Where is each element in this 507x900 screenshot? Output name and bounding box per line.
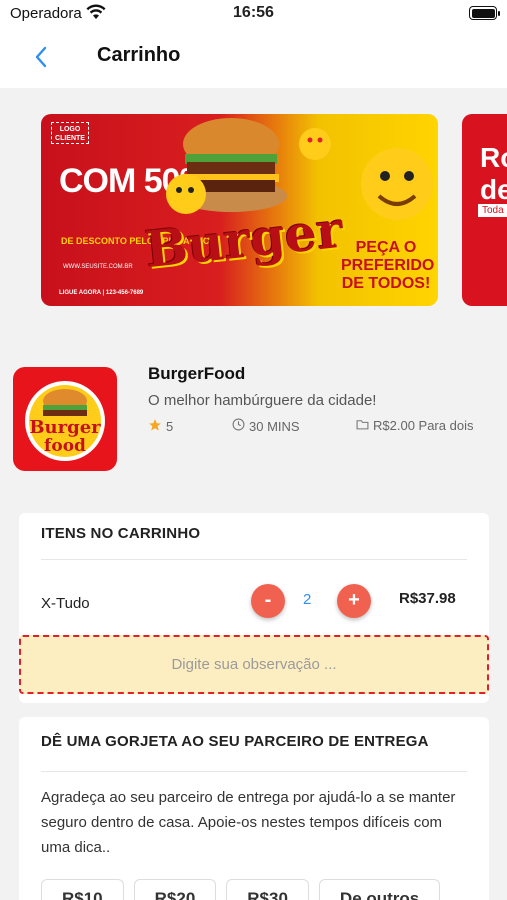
tip-options: R$10 R$20 R$30 De outros bbox=[41, 879, 441, 900]
item-quantity: 2 bbox=[303, 591, 312, 608]
banner2-headline: Ro de bbox=[480, 142, 507, 205]
increase-quantity-button[interactable]: + bbox=[337, 584, 371, 618]
price-for-two-value: R$2.00 Para dois bbox=[373, 418, 474, 433]
observation-input[interactable] bbox=[19, 635, 489, 694]
promo-banner[interactable]: LOGO CLIENTE COM 50% DE DESCONTO PELO AP… bbox=[41, 114, 438, 306]
divider bbox=[41, 559, 467, 560]
price-for-two: R$2.00 Para dois bbox=[356, 418, 473, 433]
decrease-quantity-button[interactable]: - bbox=[251, 584, 285, 618]
tip-option-30[interactable]: R$30 bbox=[226, 879, 309, 900]
rating-value: 5 bbox=[166, 419, 174, 434]
tip-option-10[interactable]: R$10 bbox=[41, 879, 124, 900]
tip-description: Agradeça ao seu parceiro de entrega por … bbox=[41, 789, 456, 856]
banner-phone: LIGUE AGORA | 123-456-7689 bbox=[59, 290, 144, 296]
navigation-bar: Carrinho bbox=[0, 28, 507, 88]
clock: 16:56 bbox=[233, 4, 274, 21]
tip-option-other[interactable]: De outros bbox=[318, 879, 441, 900]
restaurant-logo: Burger food bbox=[13, 367, 117, 471]
promo-carousel[interactable]: LOGO CLIENTE COM 50% DE DESCONTO PELO AP… bbox=[41, 114, 507, 306]
logo-text-burger: Burger bbox=[29, 417, 101, 438]
cart-card: ITENS NO CARRINHO X-Tudo - 2 + R$37.98 bbox=[19, 513, 489, 703]
status-bar: Operadora 16:56 bbox=[0, 0, 507, 28]
page-title: Carrinho bbox=[97, 44, 181, 66]
tip-title: DÊ UMA GORJETA AO SEU PARCEIRO DE ENTREG… bbox=[41, 733, 429, 750]
tip-card: DÊ UMA GORJETA AO SEU PARCEIRO DE ENTREG… bbox=[19, 717, 489, 900]
item-price: R$37.98 bbox=[399, 590, 456, 607]
star-icon bbox=[148, 418, 162, 435]
delivery-time-value: 30 MINS bbox=[249, 418, 300, 434]
rating: 5 bbox=[148, 418, 173, 435]
tip-option-20[interactable]: R$20 bbox=[133, 879, 217, 900]
banner-logo-placeholder: LOGO CLIENTE bbox=[51, 122, 89, 144]
wallet-icon bbox=[356, 418, 369, 433]
banner-website: WWW.SEUSITE.COM.BR bbox=[63, 264, 133, 270]
promo-banner-secondary[interactable]: Ro de Toda bbox=[462, 114, 507, 306]
banner-cta: PEÇA O PREFERIDO DE TODOS! bbox=[341, 239, 435, 292]
battery-icon bbox=[469, 6, 500, 20]
logo-text-food: food bbox=[44, 436, 86, 456]
cart-item-name: X-Tudo bbox=[41, 595, 90, 612]
restaurant-description: O melhor hambúrguere da cidade! bbox=[148, 392, 377, 409]
delivery-time: 30 MINS bbox=[232, 418, 300, 434]
clock-icon bbox=[232, 418, 245, 434]
restaurant-name: BurgerFood bbox=[148, 364, 246, 383]
divider bbox=[41, 771, 467, 772]
cart-title: ITENS NO CARRINHO bbox=[41, 525, 201, 542]
back-chevron-icon[interactable] bbox=[30, 42, 54, 72]
banner2-sub: Toda bbox=[478, 204, 507, 217]
